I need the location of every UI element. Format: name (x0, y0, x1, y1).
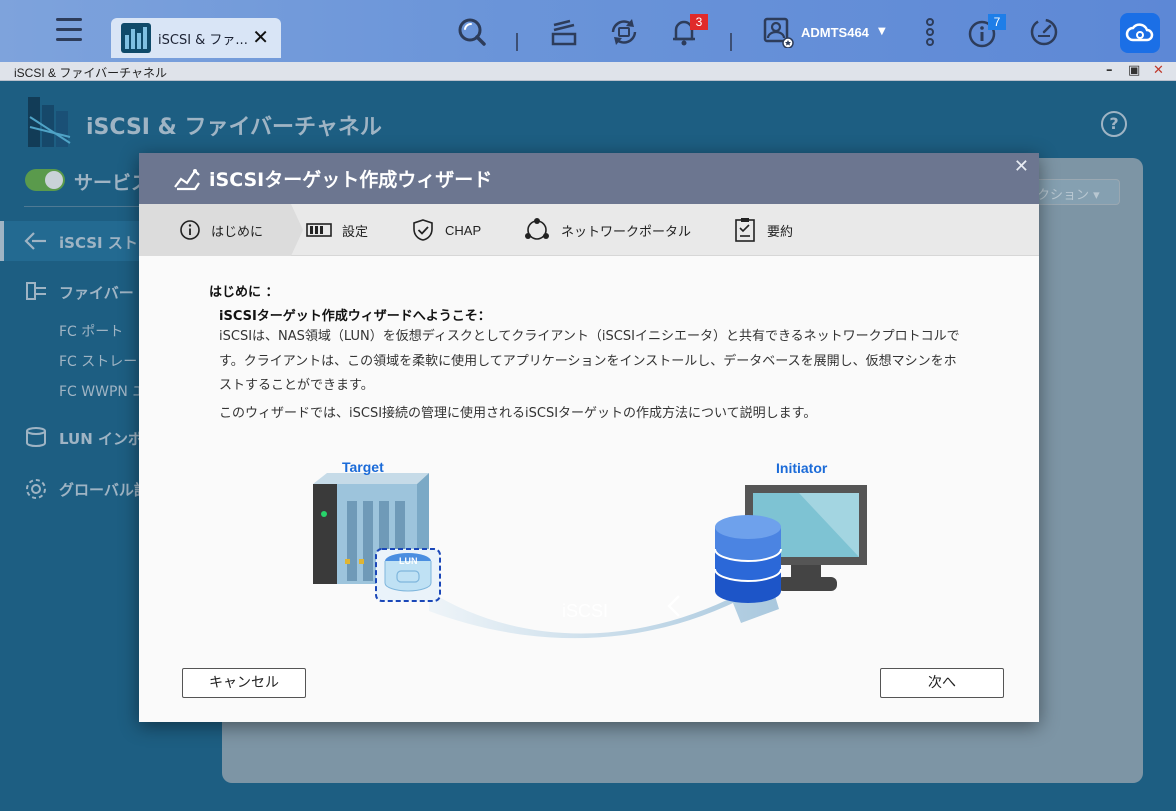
app-tab-label: iSCSI & ファ... (158, 32, 248, 48)
settings-rack-icon (306, 223, 332, 237)
sidebar-item-iscsi-storage[interactable]: iSCSI スト (59, 232, 138, 253)
sidebar-item-fibre-channel[interactable]: ファイバー (59, 282, 134, 303)
username-label[interactable]: ADMTS464 (801, 25, 869, 40)
close-dialog-icon[interactable]: ✕ (1014, 158, 1029, 176)
tasks-icon[interactable] (548, 16, 580, 48)
step-chap: CHAP (411, 204, 481, 256)
dialog-header: iSCSIターゲット作成ウィザード ✕ (139, 153, 1039, 204)
main-menu-icon[interactable] (56, 18, 82, 44)
iscsi-protocol-icon (667, 595, 680, 617)
step-label: 要約 (767, 223, 794, 239)
fibre-channel-icon (26, 282, 46, 300)
cloud-icon (1125, 23, 1154, 42)
iscsi-protocol-label: iSCSI (562, 601, 609, 621)
step-label: 設定 (342, 223, 369, 239)
notification-count-badge: 3 (690, 14, 708, 30)
app-tab-iscsi[interactable]: iSCSI & ファ... ✕ (111, 18, 281, 58)
intro-heading: はじめに ： (209, 285, 279, 300)
window-title: iSCSI & ファイバーチャネル (14, 66, 167, 80)
taskbar-separator (516, 33, 518, 51)
taskbar: iSCSI & ファ... ✕ 3 ADMTS464 ▼ 7 (0, 0, 1176, 62)
iscsi-target-wizard-dialog: iSCSIターゲット作成ウィザード ✕ はじめに 設定 CHAP ネットワークポ… (139, 153, 1039, 722)
service-toggle[interactable] (25, 169, 65, 191)
minimize-icon[interactable]: – (1106, 63, 1113, 79)
initiator-label: Initiator (776, 460, 828, 476)
network-icon (525, 218, 549, 240)
sidebar-item-lun-import[interactable]: LUN インポ (59, 428, 143, 449)
welcome-text: iSCSIターゲット作成ウィザードへようこそ： (219, 309, 491, 324)
info-circle-icon (180, 220, 200, 240)
search-icon[interactable] (456, 16, 488, 48)
gear-icon (26, 479, 46, 499)
maximize-icon[interactable]: ▣ (1128, 63, 1140, 79)
action-dropdown-label: クション (1037, 188, 1090, 203)
target-label: Target (342, 459, 384, 475)
sidebar-item-fc-wwpn[interactable]: FC WWPN エ (59, 381, 146, 401)
iscsi-app-icon (121, 23, 151, 53)
myqnapcloud-button[interactable] (1120, 13, 1160, 53)
iscsi-storage-icon (24, 232, 46, 250)
dialog-title: iSCSIターゲット作成ウィザード (209, 169, 493, 191)
help-icon[interactable]: ? (1101, 111, 1127, 137)
lun-import-icon (26, 427, 46, 447)
sidebar-item-fc-port[interactable]: FC ポート (59, 321, 123, 341)
cancel-button[interactable]: キャンセル (182, 668, 306, 698)
wizard-steps: はじめに 設定 CHAP ネットワークポータル 要約 (139, 204, 1039, 256)
step-label: CHAP (445, 222, 482, 238)
step-label: はじめに (211, 223, 264, 239)
wizard-hand-icon (174, 169, 200, 191)
database-icon (714, 515, 782, 603)
shield-check-icon (413, 219, 433, 241)
resource-monitor-icon[interactable] (1028, 16, 1060, 48)
window-title-bar: iSCSI & ファイバーチャネル – ▣ ✕ (0, 62, 1176, 81)
taskbar-separator (730, 33, 732, 51)
step-label: ネットワークポータル (561, 223, 692, 239)
sidebar-item-fc-storage[interactable]: FC ストレー (59, 351, 137, 371)
clipboard-icon (735, 218, 755, 242)
sync-icon[interactable] (608, 16, 640, 48)
app-title: iSCSI & ファイバーチャネル (86, 115, 382, 140)
sidebar-item-global-settings[interactable]: グローバル設 (59, 479, 149, 500)
close-tab-icon[interactable]: ✕ (252, 27, 269, 47)
step-settings: 設定 (306, 204, 368, 256)
user-account-icon[interactable] (762, 16, 794, 48)
close-window-icon[interactable]: ✕ (1153, 63, 1164, 79)
info-count-badge: 7 (988, 14, 1006, 30)
user-dropdown-icon[interactable]: ▼ (878, 26, 886, 37)
more-options-icon[interactable] (914, 16, 946, 48)
step-network-portal: ネットワークポータル (523, 204, 691, 256)
action-dropdown[interactable]: クション ▾ (1030, 179, 1120, 205)
next-button[interactable]: 次へ (880, 668, 1004, 698)
lun-label: LUN (399, 556, 418, 566)
sidebar-divider (24, 206, 144, 207)
iscsi-illustration (313, 473, 867, 639)
intro-paragraph-2: このウィザードでは、iSCSI接続の管理に使用されるiSCSIターゲットの作成方… (219, 406, 817, 421)
intro-paragraph: iSCSIは、NAS領域（LUN）を仮想ディスクとしてクライアント（iSCSIイ… (219, 329, 960, 393)
step-summary: 要約 (733, 204, 793, 256)
step-introduction: はじめに (179, 204, 263, 256)
iscsi-app-logo-icon (28, 97, 71, 147)
